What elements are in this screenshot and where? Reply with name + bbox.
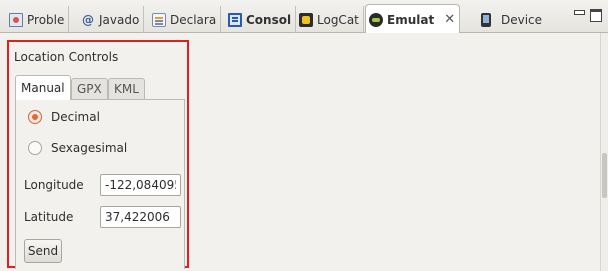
- javadoc-icon: @: [82, 12, 94, 27]
- longitude-field[interactable]: [100, 174, 181, 196]
- logcat-icon: [299, 12, 313, 27]
- longitude-row: Longitude: [24, 174, 181, 196]
- latitude-label: Latitude: [24, 210, 74, 224]
- close-icon[interactable]: ✕: [444, 12, 455, 27]
- maximize-icon[interactable]: [589, 8, 603, 22]
- longitude-label: Longitude: [24, 178, 84, 192]
- console-icon: [228, 12, 242, 27]
- subtab-manual[interactable]: Manual: [15, 75, 71, 100]
- sexagesimal-radio-option[interactable]: Sexagesimal: [28, 141, 127, 155]
- tab-label: Consol: [246, 12, 292, 27]
- tab-emulator[interactable]: Emulat ✕: [365, 4, 461, 34]
- manual-tab-pane: Decimal Sexagesimal Longitude Latitude S…: [15, 99, 185, 269]
- decimal-label: Decimal: [51, 110, 100, 124]
- tab-label: Device: [501, 12, 543, 27]
- subtab-kml[interactable]: KML: [108, 78, 145, 99]
- tab-devices[interactable]: Device: [472, 6, 546, 33]
- tab-label: Declara: [170, 12, 217, 27]
- problems-icon: [9, 12, 23, 27]
- location-controls-panel: Location Controls Manual GPX KML Decimal…: [7, 40, 189, 269]
- view-tab-bar: Proble @ Javado Declara Consol LogCat Em…: [0, 0, 608, 34]
- declaration-icon: [152, 12, 166, 27]
- sexagesimal-radio[interactable]: [28, 141, 42, 155]
- decimal-radio-option[interactable]: Decimal: [28, 110, 100, 124]
- tab-problems[interactable]: Proble: [6, 6, 70, 33]
- vertical-scrollbar[interactable]: [600, 33, 608, 271]
- device-icon: [481, 12, 491, 27]
- tab-label: LogCat: [317, 12, 359, 27]
- tab-label: Emulat: [387, 12, 435, 27]
- tab-declaration[interactable]: Declara: [149, 6, 222, 33]
- subtab-gpx[interactable]: GPX: [71, 78, 108, 99]
- sexagesimal-label: Sexagesimal: [51, 141, 128, 155]
- scrollbar-thumb[interactable]: [602, 153, 607, 198]
- tab-javadoc[interactable]: @ Javado: [78, 6, 145, 33]
- tab-label: Javado: [99, 12, 140, 27]
- emulator-icon: [369, 12, 383, 27]
- decimal-radio[interactable]: [28, 110, 42, 124]
- tab-console[interactable]: Consol: [225, 6, 297, 33]
- panel-title: Location Controls: [14, 50, 119, 64]
- latitude-field[interactable]: [100, 206, 181, 228]
- tab-label: Proble: [27, 12, 65, 27]
- minimize-icon[interactable]: [572, 8, 586, 22]
- tab-logcat[interactable]: LogCat: [296, 6, 364, 33]
- latitude-row: Latitude: [24, 206, 181, 228]
- send-button[interactable]: Send: [24, 239, 62, 263]
